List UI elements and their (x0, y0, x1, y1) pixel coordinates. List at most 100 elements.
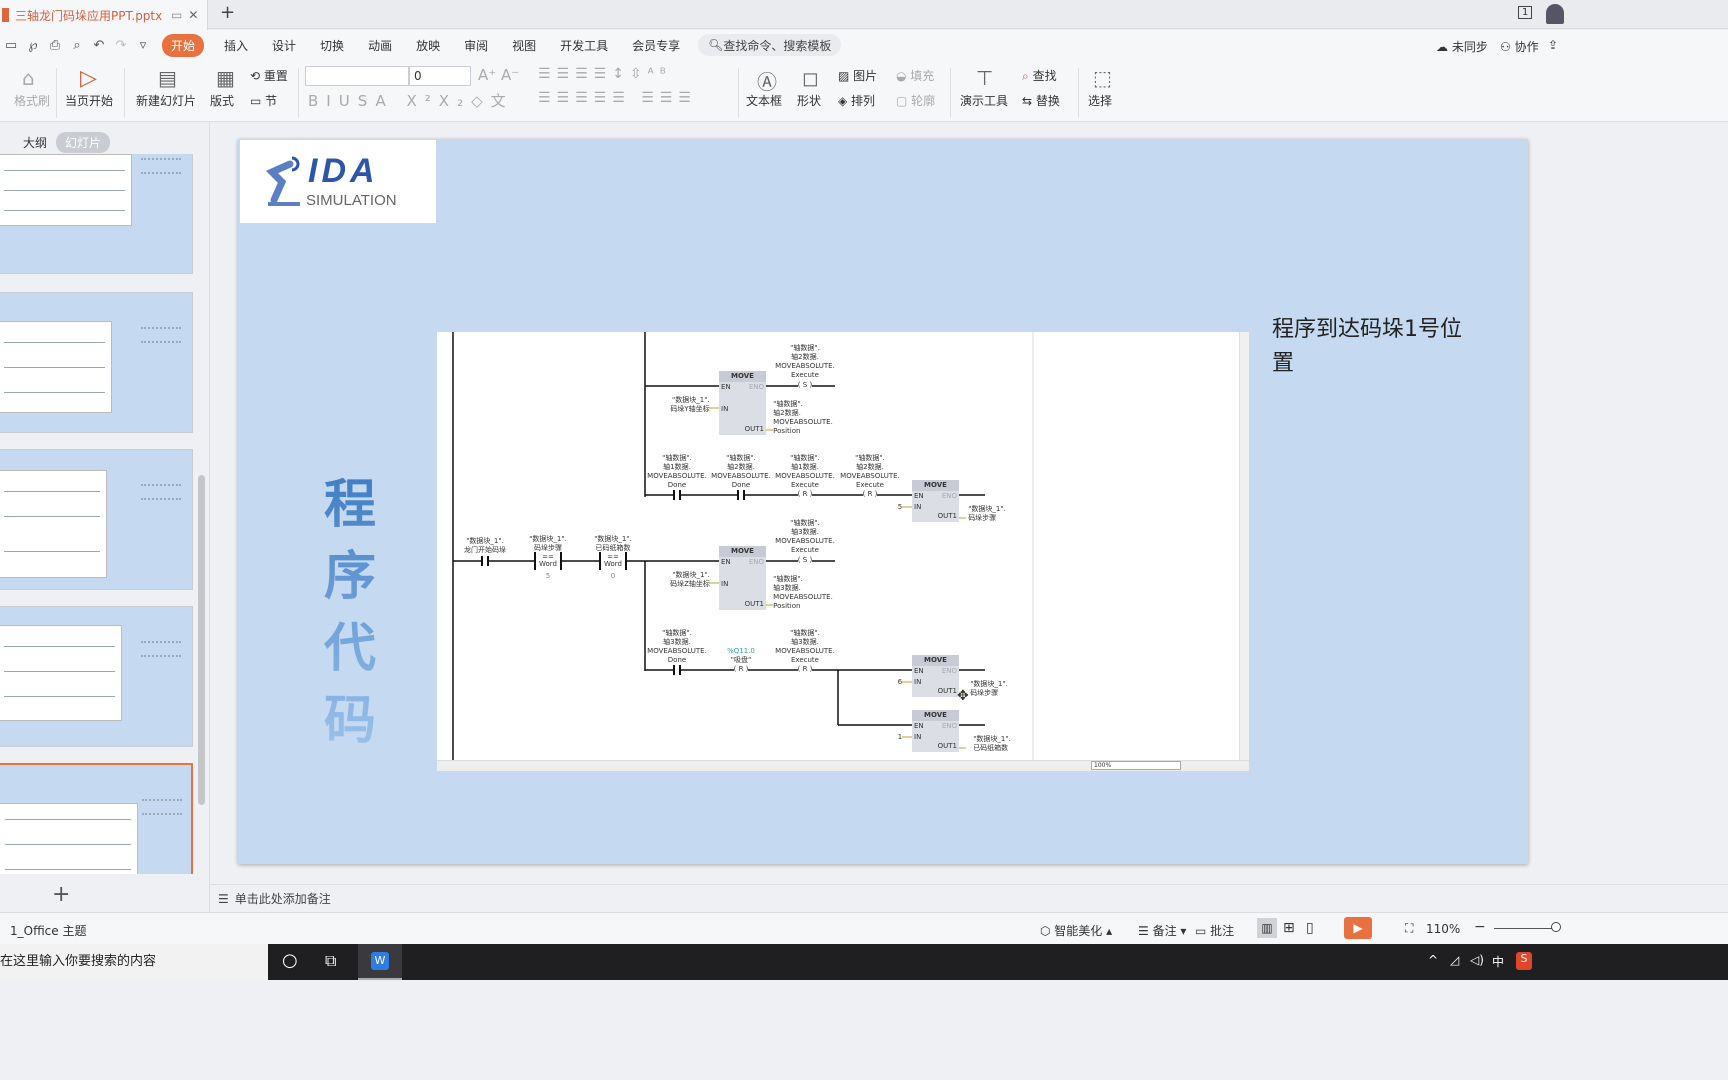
operand-label: "轴数据". 轴3数据. MOVEABSOLUTE. Execute (775, 629, 835, 664)
compare-value: 0 (610, 572, 616, 580)
sync-status[interactable]: ☁ 未同步 (1436, 38, 1488, 55)
window-count-badge[interactable]: 1 (1518, 6, 1533, 19)
search-icon: 🔍︎ (708, 38, 724, 52)
slide-canvas[interactable]: IDA SIMULATION 程序代码 程序到达码垛1号位置 ( S ) ( R… (238, 139, 1528, 864)
menu-view[interactable]: 视图 (500, 37, 548, 54)
fill-button[interactable]: ◒ 填充 (896, 67, 934, 84)
network-icon[interactable]: ◿ (1450, 953, 1459, 967)
notes-bar[interactable]: ☰ 单击此处添加备注 (210, 884, 1728, 912)
operand-label: "轴数据". 轴3数据. MOVEABSOLUTE. Execute (775, 519, 835, 554)
ime-indicator[interactable]: 中 (1492, 953, 1504, 970)
add-slide-button[interactable]: + (52, 882, 70, 907)
notes-toggle-button[interactable]: ☰ 备注 ▾ (1138, 922, 1186, 939)
pin-icon[interactable]: ▭ (171, 8, 182, 22)
sogou-icon[interactable]: S (1516, 952, 1532, 970)
coil-reset: ( R ) (733, 665, 749, 673)
menu-transition[interactable]: 切换 (308, 37, 356, 54)
menu-slideshow[interactable]: 放映 (404, 37, 452, 54)
menu-animation[interactable]: 动画 (356, 37, 404, 54)
command-search[interactable]: 🔍︎ 查找命令、搜索模板 (698, 34, 842, 56)
coil-reset: ( R ) (862, 490, 878, 498)
collaborate-button[interactable]: ⚇ 协作 (1500, 38, 1539, 55)
section-button[interactable]: ▭ 节 (250, 92, 277, 109)
normal-view-icon[interactable]: ▥ (1257, 918, 1277, 938)
zoom-slider[interactable] (1494, 928, 1554, 929)
menu-developer[interactable]: 开发工具 (548, 37, 620, 54)
slide-thumbnail[interactable] (0, 606, 193, 747)
new-tab-button[interactable]: + (220, 2, 235, 23)
reading-view-icon[interactable]: ▯ (1306, 920, 1314, 936)
collaborate-label: 协作 (1514, 40, 1539, 54)
format-painter-button[interactable]: 格式刷 (14, 92, 50, 109)
find-button[interactable]: ⌕ 查找 (1022, 67, 1057, 84)
preview-icon[interactable]: ⌕ (66, 38, 88, 53)
share-icon[interactable]: ⇪ (1548, 38, 1558, 52)
play-slideshow-button[interactable]: ▶ (1344, 917, 1372, 939)
zoom-slider-handle[interactable] (1551, 922, 1561, 932)
list-icons[interactable]: ☰☰☰☰↕⇳ᴬᴮ (538, 66, 672, 82)
menu-review[interactable]: 审阅 (452, 37, 500, 54)
tab-slides[interactable]: 幻灯片 (56, 132, 111, 153)
undo-icon[interactable]: ↶ (88, 38, 110, 53)
reset-button[interactable]: ⟲ 重置 (250, 67, 288, 84)
shape-button[interactable]: 形状 (797, 92, 821, 109)
menu-insert[interactable]: 插入 (212, 37, 260, 54)
fit-icon[interactable]: ⛶ (1405, 921, 1413, 936)
export-icon[interactable]: ℘ (22, 38, 44, 53)
move-block: MOVE EN ENO IN OUT1 (719, 371, 766, 435)
arrange-button[interactable]: ◈ 排列 (838, 92, 875, 109)
tray-expand-icon[interactable]: ^ (1428, 953, 1438, 967)
customize-icon[interactable]: ▿ (132, 38, 154, 53)
save-icon[interactable]: ▭ (0, 38, 22, 53)
cortana-icon[interactable]: ○ (282, 950, 298, 971)
wps-taskbar-button[interactable]: W (358, 944, 402, 980)
align-icons[interactable]: ☰☰☰☰☰ ☰☰☰ (538, 90, 697, 106)
picture-button[interactable]: ▨ 图片 (838, 67, 877, 84)
zoom-out-button[interactable]: − (1474, 919, 1486, 935)
zoom-select[interactable]: 110% (1426, 922, 1460, 936)
operand-label: "轴数据". 轴1数据. MOVEABSOLUTE. Done (647, 454, 707, 489)
slide-thumbnail[interactable] (0, 154, 193, 274)
print-icon[interactable]: ⎙ (44, 38, 66, 53)
move-block: MOVE EN ENO IN OUT1 (912, 480, 959, 522)
font-grow-icon[interactable]: A⁺ A⁻ (478, 66, 519, 84)
presentation-tools-button[interactable]: 演示工具 (960, 92, 1008, 109)
select-icon: ⬚ (1093, 66, 1112, 90)
replace-button[interactable]: ⇆ 替换 (1022, 92, 1060, 109)
fill-label: 填充 (910, 69, 935, 83)
close-tab-icon[interactable]: ✕ (188, 8, 198, 22)
diagram-zoom-select: 100% (1091, 761, 1181, 770)
tab-outline[interactable]: 大纲 (14, 132, 56, 153)
redo-icon[interactable]: ↷ (110, 38, 132, 53)
select-button[interactable]: 选择 (1088, 92, 1112, 109)
grid-view-icon[interactable]: ⊞ (1283, 920, 1295, 936)
replace-label: 替换 (1035, 94, 1060, 108)
smart-beautify-button[interactable]: ⬡ 智能美化 ▴ (1040, 922, 1112, 939)
font-family-select[interactable] (305, 66, 409, 86)
textbox-button[interactable]: 文本框 (746, 92, 782, 109)
slide-thumbnail[interactable] (0, 292, 193, 433)
menu-design[interactable]: 设计 (260, 37, 308, 54)
layout-button[interactable]: 版式 (210, 92, 234, 109)
slide-thumbnail-selected[interactable] (0, 763, 193, 874)
taskbar: 在这里输入你要搜索的内容 ○ ⧉ W ^ ◿ ◁) 中 S (0, 944, 1728, 980)
menu-home[interactable]: 开始 (162, 33, 205, 57)
mouse-cursor-icon: ✥ (957, 688, 969, 704)
menu-bar: ▭ ℘ ⎙ ⌕ ↶ ↷ ▿ 开始 插入 设计 切换 动画 放映 审阅 视图 开发… (0, 30, 1728, 60)
new-slide-button[interactable]: 新建幻灯片 (136, 92, 196, 109)
menu-member[interactable]: 会员专享 (620, 37, 692, 54)
user-avatar[interactable] (1546, 4, 1564, 24)
volume-icon[interactable]: ◁) (1470, 953, 1484, 967)
panel-scrollbar[interactable] (198, 475, 205, 805)
comment-button[interactable]: ▭ 批注 (1195, 922, 1234, 939)
font-size-select[interactable]: 0 (409, 66, 471, 86)
coil-reset: ( R ) (797, 665, 813, 673)
logo-text: IDA (308, 152, 379, 190)
task-view-icon[interactable]: ⧉ (325, 951, 336, 971)
taskbar-search[interactable]: 在这里输入你要搜索的内容 (0, 944, 268, 980)
play-current-button[interactable]: 当页开始 (65, 92, 113, 109)
outline-button[interactable]: ▢ 轮廓 (896, 92, 935, 109)
slide-thumbnail[interactable] (0, 449, 193, 590)
text-format-icons[interactable]: BIUSA X²X₂◇文 (308, 90, 514, 111)
document-tab[interactable]: 三轴龙门码垛应用PPT.pptx ▭ ✕ (0, 0, 208, 30)
